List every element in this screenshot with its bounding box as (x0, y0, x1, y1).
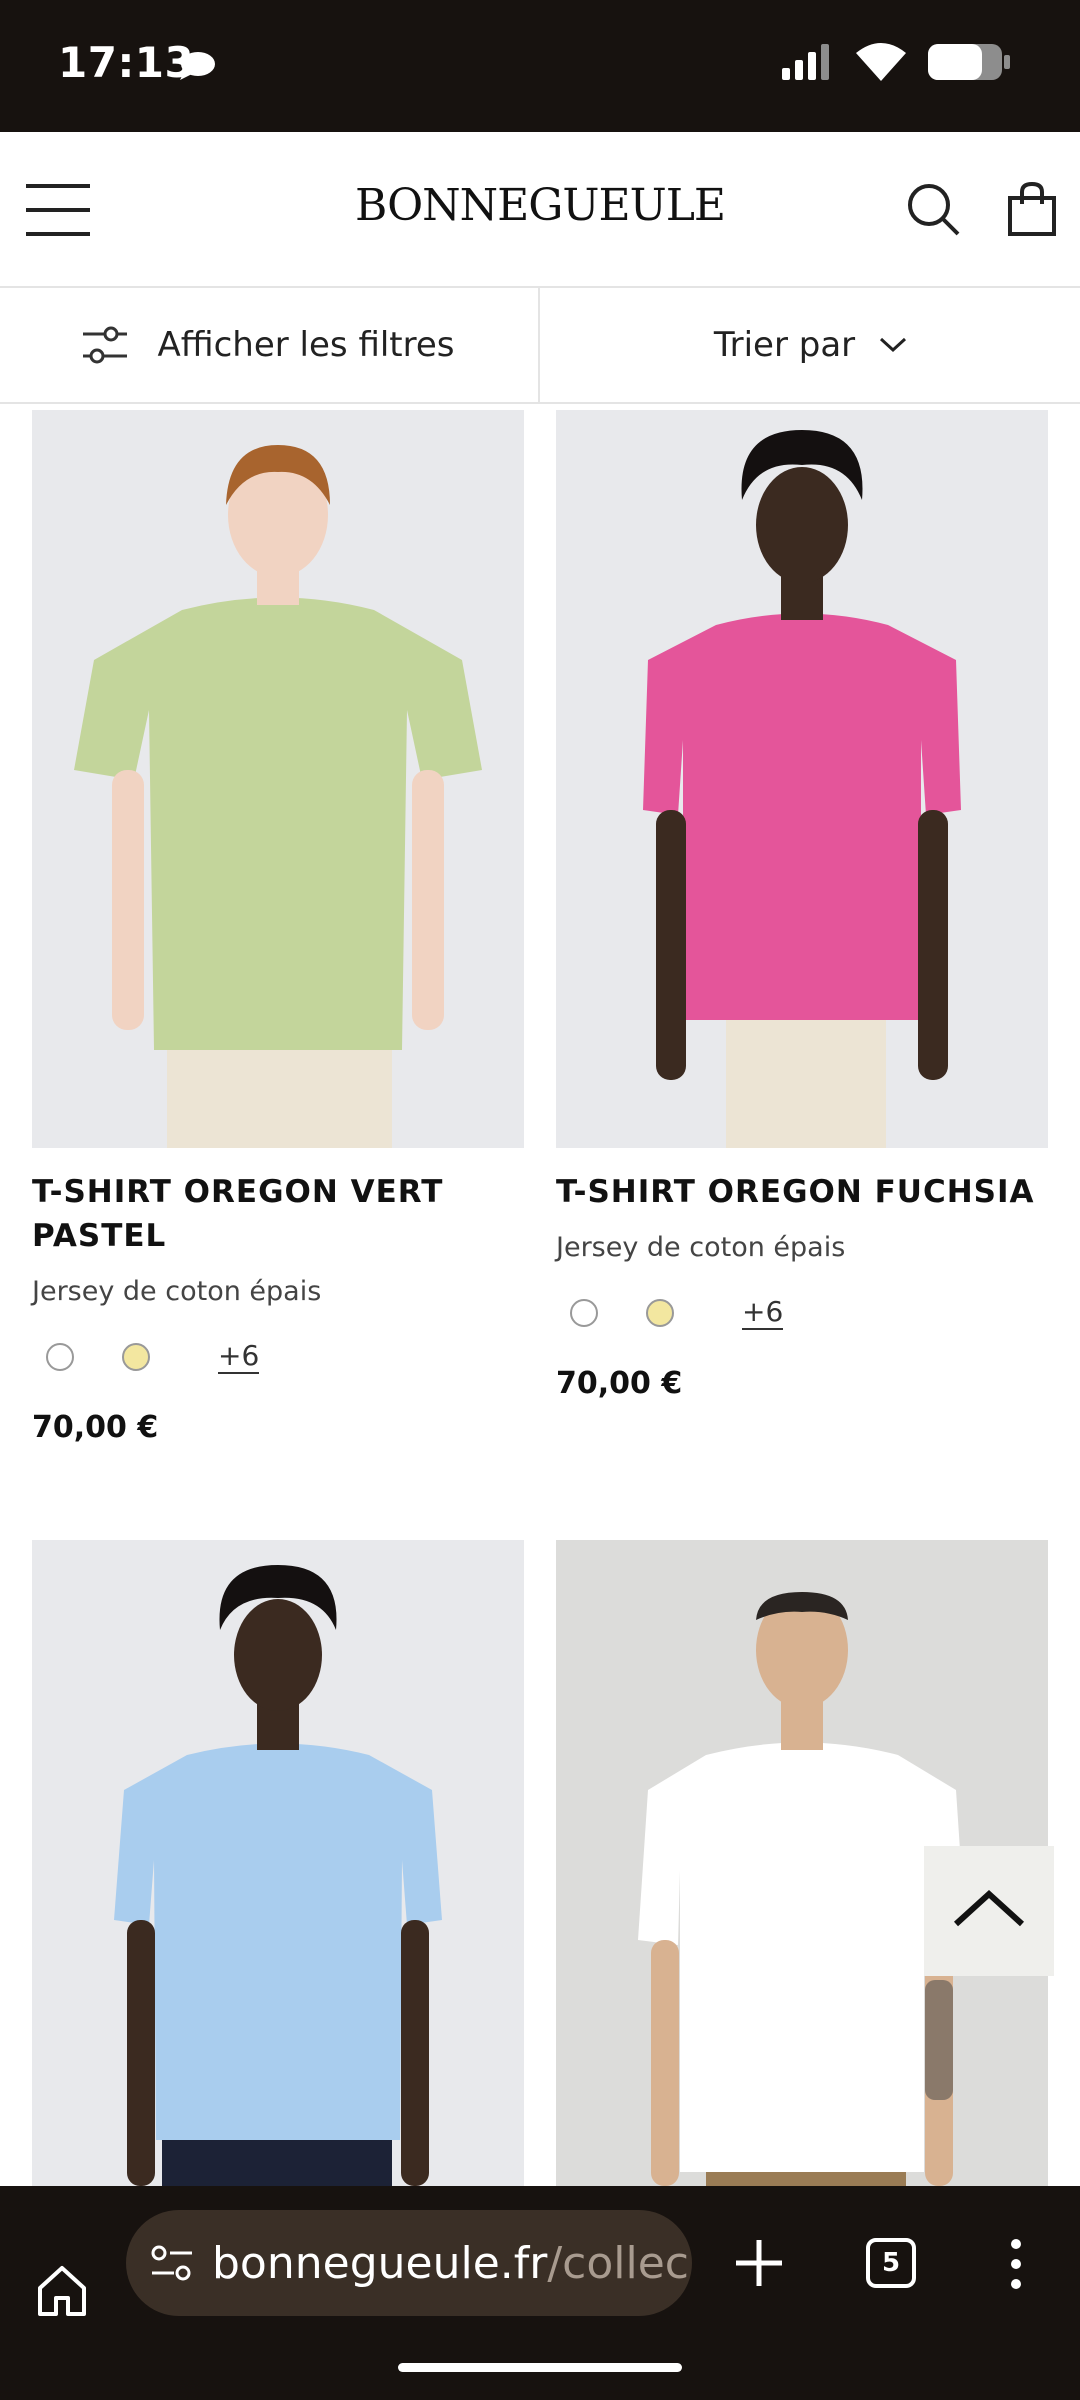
tabs-icon[interactable]: 5 (866, 2238, 916, 2288)
cart-icon[interactable] (1006, 182, 1058, 238)
chat-bubble-icon (180, 52, 215, 80)
status-bar: 17:13 (0, 0, 1080, 132)
swatch-yellow[interactable] (646, 1299, 674, 1327)
site-settings-icon[interactable] (150, 2243, 194, 2283)
swatch-yellow[interactable] (122, 1343, 150, 1371)
product-image[interactable] (556, 410, 1048, 1148)
product-subtitle: Jersey de coton épais (32, 1276, 322, 1307)
swatch-white[interactable] (46, 1343, 74, 1371)
sort-label: Trier par (713, 325, 856, 365)
home-icon[interactable] (34, 2262, 90, 2318)
filter-sliders-icon (83, 326, 128, 364)
address-bar[interactable]: bonnegueule.fr/collec (126, 2210, 692, 2316)
product-price: 70,00 € (32, 1410, 159, 1445)
product-subtitle: Jersey de coton épais (556, 1232, 846, 1263)
product-image[interactable] (32, 410, 524, 1148)
chevron-down-icon (880, 337, 907, 353)
product-name[interactable]: T-SHIRT OREGON FUCHSIA (556, 1170, 1046, 1214)
wifi-icon (856, 43, 906, 81)
product-name[interactable]: T-SHIRT OREGON VERT PASTEL (32, 1170, 512, 1258)
chevron-up-icon (953, 1889, 1025, 1927)
signal-icon (782, 44, 829, 80)
status-time: 17:13 (58, 38, 195, 87)
more-colors-link[interactable]: +6 (742, 1296, 784, 1330)
sort-button[interactable]: Trier par (541, 288, 1080, 402)
show-filters-button[interactable]: Afficher les filtres (0, 288, 540, 402)
gesture-bar[interactable] (398, 2363, 682, 2372)
search-icon[interactable] (906, 182, 962, 238)
browser-toolbar: bonnegueule.fr/collec 5 (0, 2186, 1080, 2400)
product-price: 70,00 € (556, 1366, 683, 1401)
product-card[interactable]: T-SHIRT OREGON FUCHSIA Jersey de coton é… (556, 410, 1048, 1470)
scroll-to-top-button[interactable] (924, 1846, 1054, 1976)
product-card[interactable] (32, 1540, 524, 2186)
plus-icon[interactable] (732, 2236, 786, 2290)
battery-icon (928, 44, 1010, 80)
swatch-white[interactable] (570, 1299, 598, 1327)
url-text: bonnegueule.fr/collec (212, 2238, 689, 2289)
url-path: /collec (547, 2238, 689, 2289)
show-filters-label: Afficher les filtres (157, 325, 455, 365)
color-swatches: +6 (46, 1340, 260, 1374)
site-header: BONNEGUEULE (0, 132, 1080, 288)
color-swatches: +6 (570, 1296, 784, 1330)
more-colors-link[interactable]: +6 (218, 1340, 260, 1374)
more-vert-icon[interactable] (1006, 2236, 1026, 2292)
product-card[interactable]: T-SHIRT OREGON VERT PASTEL Jersey de cot… (32, 410, 524, 1470)
product-image[interactable] (32, 1540, 524, 2186)
filter-bar: Afficher les filtres Trier par (0, 288, 1080, 404)
url-domain: bonnegueule.fr (212, 2238, 548, 2289)
